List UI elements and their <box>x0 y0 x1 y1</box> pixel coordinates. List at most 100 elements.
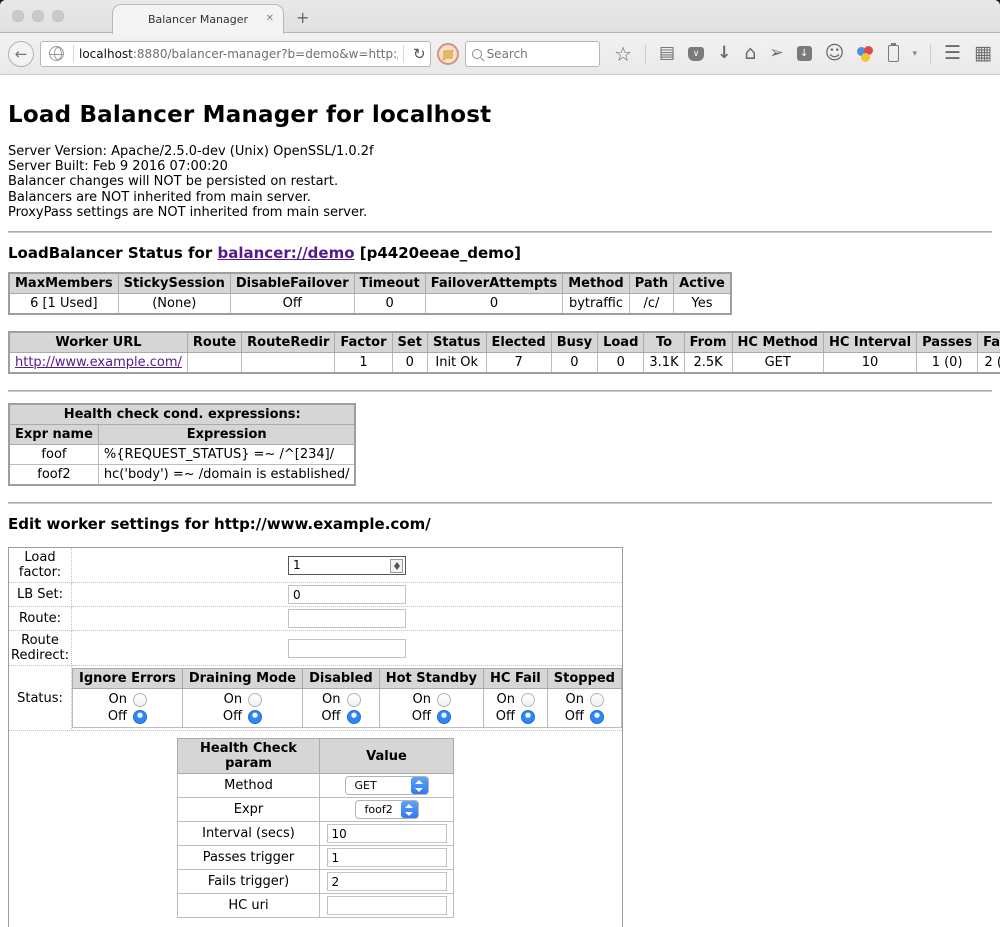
back-arrow-icon: ← <box>15 45 28 63</box>
worker-table: Worker URL Route RouteRedir Factor Set S… <box>8 331 1000 374</box>
val-set: 0 <box>392 353 427 374</box>
on-label: On <box>565 692 584 707</box>
table-header-row: Ignore Errors Draining Mode Disabled Hot… <box>73 669 622 689</box>
disabled-on-radio[interactable] <box>347 693 361 707</box>
off-label: Off <box>412 709 431 724</box>
form-row-health-check: Health Check param Value Method GET <box>9 731 623 926</box>
val-failoverattempts: 0 <box>425 294 563 315</box>
home-icon[interactable]: ⌂ <box>744 44 756 63</box>
hc-row-method: Method GET <box>178 774 454 798</box>
ignore-errors-off-radio[interactable] <box>133 710 147 724</box>
off-label: Off <box>108 709 127 724</box>
divider <box>8 231 992 233</box>
col-failoverattempts: FailoverAttempts <box>425 273 563 294</box>
back-button[interactable]: ← <box>8 41 34 67</box>
tab-groups-icon[interactable]: ▦ <box>974 44 992 63</box>
table-header-row: MaxMembers StickySession DisableFailover… <box>9 273 731 294</box>
hot-standby-on-radio[interactable] <box>437 693 451 707</box>
passes-input[interactable] <box>327 848 447 867</box>
close-window-button[interactable] <box>12 10 24 22</box>
tab-bar: Balancer Manager ✕ + <box>0 0 1000 33</box>
col-hot-standby: Hot Standby <box>379 669 483 689</box>
balancer-demo-link[interactable]: balancer://demo <box>217 244 354 262</box>
stopped-off-radio[interactable] <box>590 710 604 724</box>
hot-standby-off-radio[interactable] <box>437 710 451 724</box>
tab-title: Balancer Manager <box>148 13 248 26</box>
col-draining-mode: Draining Mode <box>182 669 302 689</box>
reload-icon[interactable]: ↻ <box>413 45 426 63</box>
edit-worker-heading: Edit worker settings for http://www.exam… <box>8 515 992 533</box>
search-bar[interactable] <box>465 41 601 67</box>
on-label: On <box>321 692 340 707</box>
hc-uri-input[interactable] <box>327 896 447 915</box>
browser-tab[interactable]: Balancer Manager ✕ <box>112 4 284 34</box>
hc-row-expr: Expr foof2 <box>178 798 454 822</box>
col-stickysession: StickySession <box>118 273 230 294</box>
send-icon[interactable]: ➢ <box>769 45 783 62</box>
val-routeredir <box>242 353 335 374</box>
url-bar[interactable]: localhost:8880/balancer-manager?b=demo&w… <box>40 41 431 67</box>
col-factor: Factor <box>335 332 392 353</box>
route-redirect-input[interactable] <box>288 639 406 658</box>
val-disablefailover: Off <box>230 294 354 315</box>
draining-mode-off-radio[interactable] <box>248 710 262 724</box>
window-controls <box>12 10 64 22</box>
search-input[interactable] <box>487 47 587 61</box>
battery-extension-icon[interactable] <box>888 45 899 62</box>
route-input[interactable] <box>288 609 406 628</box>
fails-label: Fails trigger) <box>178 870 320 894</box>
col-route: Route <box>187 332 241 353</box>
stopped-on-radio[interactable] <box>590 693 604 707</box>
new-tab-button[interactable]: + <box>296 8 309 27</box>
menu-hamburger-icon[interactable]: ☰ <box>944 44 961 63</box>
col-disablefailover: DisableFailover <box>230 273 354 294</box>
worker-url-link[interactable]: http://www.example.com/ <box>15 355 182 370</box>
ignore-errors-on-radio[interactable] <box>133 693 147 707</box>
interval-input[interactable] <box>327 824 447 843</box>
divider <box>8 390 992 392</box>
number-spinner-icon[interactable] <box>390 559 403 573</box>
col-hc-fail: HC Fail <box>484 669 548 689</box>
hc-row-passes: Passes trigger <box>178 846 454 870</box>
on-label: On <box>412 692 431 707</box>
load-factor-label: Load factor: <box>9 548 72 583</box>
val-load: 0 <box>598 353 644 374</box>
pocket-icon[interactable]: ∨ <box>688 47 704 61</box>
downloads-icon[interactable]: ↓ <box>717 45 731 62</box>
divider <box>8 502 992 504</box>
col-method: Method <box>563 273 629 294</box>
draining-mode-on-radio[interactable] <box>248 693 262 707</box>
lb-set-input[interactable] <box>288 585 406 604</box>
val-hc-interval: 10 <box>823 353 916 374</box>
val-stickysession: (None) <box>118 294 230 315</box>
color-dots-extension-icon[interactable] <box>857 46 875 62</box>
expr-select[interactable]: foof2 <box>355 800 419 819</box>
bookmark-star-icon[interactable]: ☆ <box>614 44 632 64</box>
col-worker-url: Worker URL <box>9 332 187 353</box>
minimize-window-button[interactable] <box>32 10 44 22</box>
page-title: Load Balancer Manager for localhost <box>8 75 992 128</box>
hc-uri-label: HC uri <box>178 894 320 918</box>
val-hc-method: GET <box>732 353 823 374</box>
disabled-off-radio[interactable] <box>347 710 361 724</box>
close-icon[interactable]: ✕ <box>266 13 274 24</box>
method-select[interactable]: GET <box>345 776 429 795</box>
load-factor-input[interactable] <box>288 556 406 575</box>
col-from: From <box>684 332 732 353</box>
navigation-toolbar: ← localhost:8880/balancer-manager?b=demo… <box>0 33 1000 75</box>
col-passes: Passes <box>917 332 978 353</box>
zoom-window-button[interactable] <box>52 10 64 22</box>
feedback-smiley-icon[interactable]: ☺ <box>825 44 845 63</box>
content-blocker-icon[interactable] <box>437 43 459 65</box>
reading-list-icon[interactable]: ▤ <box>659 45 675 62</box>
select-arrows-icon <box>401 801 418 818</box>
col-timeout: Timeout <box>354 273 425 294</box>
chevron-down-icon[interactable]: ▾ <box>912 49 917 59</box>
hc-row-fails: Fails trigger) <box>178 870 454 894</box>
extension-download-icon[interactable]: ↓ <box>797 46 812 61</box>
hc-fail-off-radio[interactable] <box>521 710 535 724</box>
fails-input[interactable] <box>327 872 447 891</box>
val-path: /c/ <box>629 294 673 315</box>
hc-fail-on-radio[interactable] <box>521 693 535 707</box>
val-timeout: 0 <box>354 294 425 315</box>
